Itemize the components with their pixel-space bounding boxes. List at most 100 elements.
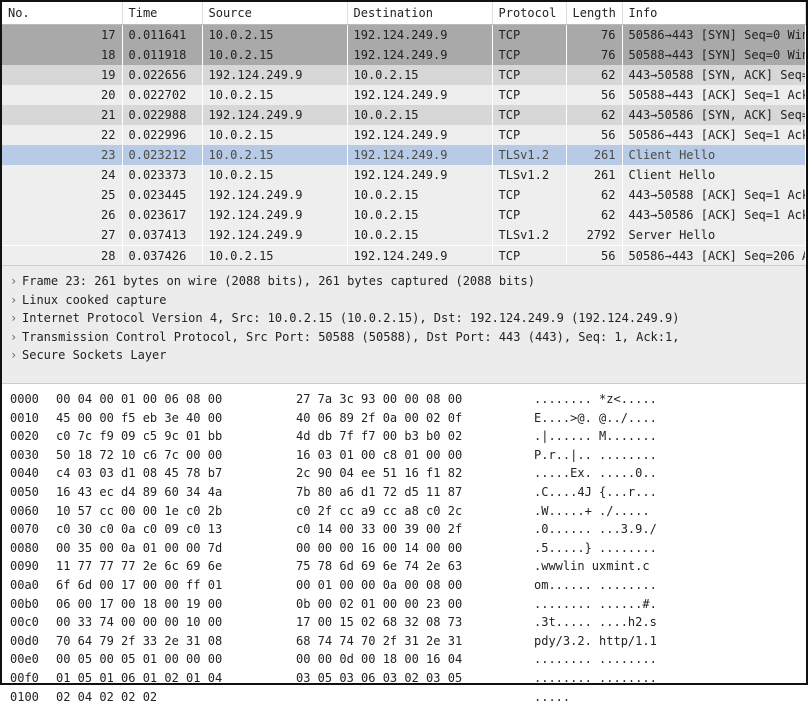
- hex-row[interactable]: 00b006 00 17 00 18 00 19 000b 00 02 01 0…: [10, 595, 798, 614]
- expand-toggle-icon[interactable]: ›: [10, 309, 22, 328]
- col-header-time[interactable]: Time: [122, 2, 202, 25]
- detail-line[interactable]: ›Frame 23: 261 bytes on wire (2088 bits)…: [10, 272, 798, 291]
- hex-row[interactable]: 009011 77 77 77 2e 6c 69 6e75 78 6d 69 6…: [10, 557, 798, 576]
- col-header-destination[interactable]: Destination: [347, 2, 492, 25]
- cell-length: 261: [566, 165, 622, 185]
- hex-bytes-right: 27 7a 3c 93 00 00 08 00: [296, 390, 534, 409]
- cell-info: Server Hello: [622, 225, 806, 246]
- hex-ascii: E....>@. @../....: [534, 409, 657, 428]
- cell-destination: 10.0.2.15: [347, 105, 492, 125]
- cell-time: 0.023373: [122, 165, 202, 185]
- cell-length: 62: [566, 105, 622, 125]
- cell-length: 62: [566, 65, 622, 85]
- cell-time: 0.022988: [122, 105, 202, 125]
- hex-row[interactable]: 00d070 64 79 2f 33 2e 31 0868 74 74 70 2…: [10, 632, 798, 651]
- cell-source: 192.124.249.9: [202, 185, 347, 205]
- detail-text: Internet Protocol Version 4, Src: 10.0.2…: [22, 311, 679, 325]
- cell-destination: 192.124.249.9: [347, 165, 492, 185]
- cell-length: 62: [566, 205, 622, 225]
- table-row[interactable]: 250.023445192.124.249.910.0.2.15TCP62443…: [2, 185, 806, 205]
- hex-offset: 00a0: [10, 576, 56, 595]
- col-header-source[interactable]: Source: [202, 2, 347, 25]
- hex-bytes-right: 4d db 7f f7 00 b3 b0 02: [296, 427, 534, 446]
- col-header-info[interactable]: Info: [622, 2, 806, 25]
- detail-line[interactable]: ›Internet Protocol Version 4, Src: 10.0.…: [10, 309, 798, 328]
- table-row[interactable]: 200.02270210.0.2.15192.124.249.9TCP56505…: [2, 85, 806, 105]
- hex-bytes-right: 17 00 15 02 68 32 08 73: [296, 613, 534, 632]
- table-row[interactable]: 230.02321210.0.2.15192.124.249.9TLSv1.22…: [2, 145, 806, 165]
- hex-row[interactable]: 001045 00 00 f5 eb 3e 40 0040 06 89 2f 0…: [10, 409, 798, 428]
- hex-row[interactable]: 00c000 33 74 00 00 00 10 0017 00 15 02 6…: [10, 613, 798, 632]
- detail-line[interactable]: ›Transmission Control Protocol, Src Port…: [10, 328, 798, 347]
- hex-bytes-left: 06 00 17 00 18 00 19 00: [56, 595, 296, 614]
- expand-toggle-icon[interactable]: ›: [10, 272, 22, 291]
- cell-source: 10.0.2.15: [202, 145, 347, 165]
- hex-row[interactable]: 006010 57 cc 00 00 1e c0 2bc0 2f cc a9 c…: [10, 502, 798, 521]
- hex-row[interactable]: 008000 35 00 0a 01 00 00 7d00 00 00 16 0…: [10, 539, 798, 558]
- expand-toggle-icon[interactable]: ›: [10, 346, 22, 365]
- hex-bytes-left: 00 05 00 05 01 00 00 00: [56, 650, 296, 669]
- hex-offset: 0070: [10, 520, 56, 539]
- cell-source: 10.0.2.15: [202, 125, 347, 145]
- cell-info: 443→50586 [ACK] Seq=1 Ack=: [622, 205, 806, 225]
- hex-bytes-left: 00 35 00 0a 01 00 00 7d: [56, 539, 296, 558]
- hex-row[interactable]: 010002 04 02 02 02.....: [10, 688, 798, 707]
- expand-toggle-icon[interactable]: ›: [10, 291, 22, 310]
- table-row[interactable]: 240.02337310.0.2.15192.124.249.9TLSv1.22…: [2, 165, 806, 185]
- table-row[interactable]: 210.022988192.124.249.910.0.2.15TCP62443…: [2, 105, 806, 125]
- cell-time: 0.022702: [122, 85, 202, 105]
- hex-row[interactable]: 0040c4 03 03 d1 08 45 78 b72c 90 04 ee 5…: [10, 464, 798, 483]
- col-header-protocol[interactable]: Protocol: [492, 2, 566, 25]
- table-row[interactable]: 270.037413192.124.249.910.0.2.15TLSv1.22…: [2, 225, 806, 246]
- cell-protocol: TCP: [492, 45, 566, 65]
- cell-no: 25: [2, 185, 122, 205]
- hex-offset: 0090: [10, 557, 56, 576]
- table-row[interactable]: 280.03742610.0.2.15192.124.249.9TCP56505…: [2, 246, 806, 267]
- cell-length: 76: [566, 45, 622, 65]
- hex-row[interactable]: 0020c0 7c f9 09 c5 9c 01 bb4d db 7f f7 0…: [10, 427, 798, 446]
- expand-toggle-icon[interactable]: ›: [10, 328, 22, 347]
- hex-row[interactable]: 0070c0 30 c0 0a c0 09 c0 13c0 14 00 33 0…: [10, 520, 798, 539]
- packet-bytes-pane[interactable]: 000000 04 00 01 00 06 08 0027 7a 3c 93 0…: [2, 384, 806, 712]
- packet-list-pane[interactable]: No. Time Source Destination Protocol Len…: [2, 2, 806, 266]
- cell-source: 192.124.249.9: [202, 105, 347, 125]
- cell-protocol: TCP: [492, 85, 566, 105]
- cell-info: 50588→443 [SYN] Seq=0 Win=: [622, 45, 806, 65]
- hex-bytes-left: 70 64 79 2f 33 2e 31 08: [56, 632, 296, 651]
- cell-source: 192.124.249.9: [202, 65, 347, 85]
- hex-bytes-right: 00 00 0d 00 18 00 16 04: [296, 650, 534, 669]
- hex-bytes-left: 50 18 72 10 c6 7c 00 00: [56, 446, 296, 465]
- hex-offset: 00d0: [10, 632, 56, 651]
- cell-length: 2792: [566, 225, 622, 246]
- hex-row[interactable]: 005016 43 ec d4 89 60 34 4a7b 80 a6 d1 7…: [10, 483, 798, 502]
- table-row[interactable]: 180.01191810.0.2.15192.124.249.9TCP76505…: [2, 45, 806, 65]
- cell-destination: 192.124.249.9: [347, 145, 492, 165]
- cell-info: Client Hello: [622, 145, 806, 165]
- hex-row[interactable]: 00e000 05 00 05 01 00 00 0000 00 0d 00 1…: [10, 650, 798, 669]
- table-row[interactable]: 260.023617192.124.249.910.0.2.15TCP62443…: [2, 205, 806, 225]
- hex-row[interactable]: 003050 18 72 10 c6 7c 00 0016 03 01 00 c…: [10, 446, 798, 465]
- cell-time: 0.023445: [122, 185, 202, 205]
- cell-protocol: TLSv1.2: [492, 165, 566, 185]
- hex-bytes-left: 00 33 74 00 00 00 10 00: [56, 613, 296, 632]
- cell-length: 76: [566, 25, 622, 46]
- table-row[interactable]: 190.022656192.124.249.910.0.2.15TCP62443…: [2, 65, 806, 85]
- col-header-length[interactable]: Length: [566, 2, 622, 25]
- detail-line[interactable]: ›Secure Sockets Layer: [10, 346, 798, 365]
- cell-protocol: TCP: [492, 246, 566, 267]
- hex-bytes-right: 0b 00 02 01 00 00 23 00: [296, 595, 534, 614]
- cell-source: 10.0.2.15: [202, 165, 347, 185]
- cell-time: 0.022996: [122, 125, 202, 145]
- packet-details-pane[interactable]: ›Frame 23: 261 bytes on wire (2088 bits)…: [2, 266, 806, 384]
- table-row[interactable]: 220.02299610.0.2.15192.124.249.9TCP56505…: [2, 125, 806, 145]
- hex-ascii: ........ *z<.....: [534, 390, 657, 409]
- hex-row[interactable]: 000000 04 00 01 00 06 08 0027 7a 3c 93 0…: [10, 390, 798, 409]
- cell-no: 19: [2, 65, 122, 85]
- col-header-no[interactable]: No.: [2, 2, 122, 25]
- cell-info: 50586→443 [ACK] Seq=1 Ack=: [622, 125, 806, 145]
- detail-line[interactable]: ›Linux cooked capture: [10, 291, 798, 310]
- hex-bytes-left: 11 77 77 77 2e 6c 69 6e: [56, 557, 296, 576]
- cell-protocol: TCP: [492, 105, 566, 125]
- hex-row[interactable]: 00a06f 6d 00 17 00 00 ff 0100 01 00 00 0…: [10, 576, 798, 595]
- table-row[interactable]: 170.01164110.0.2.15192.124.249.9TCP76505…: [2, 25, 806, 46]
